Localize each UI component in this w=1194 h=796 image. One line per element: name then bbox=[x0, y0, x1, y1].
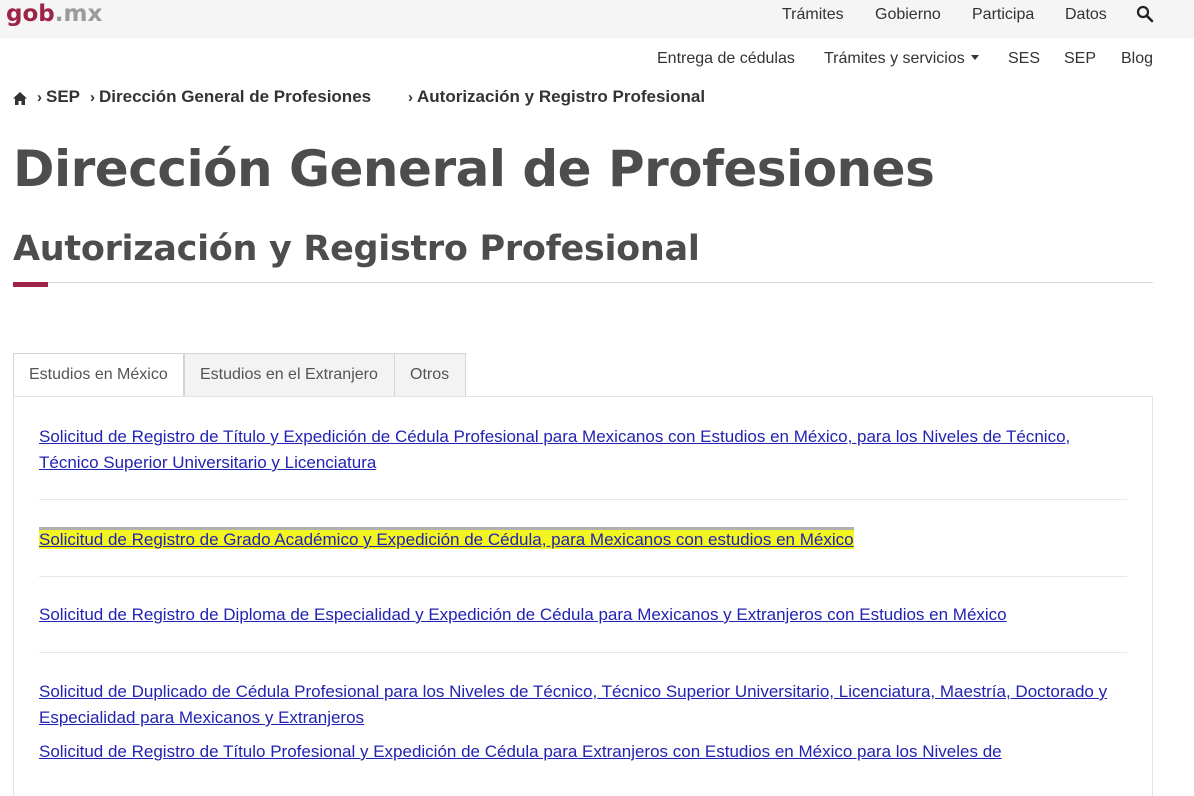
top-nav-participa[interactable]: Participa bbox=[972, 6, 1034, 24]
list-item: Solicitud de Duplicado de Cédula Profesi… bbox=[39, 679, 1127, 731]
list-item: Solicitud de Registro de Grado Académico… bbox=[39, 527, 1127, 553]
link-registro-titulo[interactable]: Solicitud de Registro de Título y Expedi… bbox=[39, 427, 1070, 472]
tab-panel: Solicitud de Registro de Título y Expedi… bbox=[13, 396, 1153, 796]
caret-down-icon bbox=[970, 55, 979, 60]
page-subtitle: Autorización y Registro Profesional bbox=[13, 229, 700, 269]
sub-nav-tramites-label: Trámites y servicios bbox=[824, 50, 965, 67]
chevron-right-icon: › bbox=[408, 89, 413, 106]
breadcrumb-item-dgp[interactable]: › Dirección General de Profesiones bbox=[90, 87, 371, 107]
tab-estudios-extranjero[interactable]: Estudios en el Extranjero bbox=[184, 353, 395, 397]
link-duplicado-cedula[interactable]: Solicitud de Duplicado de Cédula Profesi… bbox=[39, 682, 1107, 727]
sub-nav: Entrega de cédulas Trámites y servicios … bbox=[0, 50, 1194, 74]
breadcrumb-item-current: › Autorización y Registro Profesional bbox=[408, 87, 705, 107]
list-item: Solicitud de Registro de Título y Expedi… bbox=[39, 424, 1127, 476]
link-registro-diploma-especialidad[interactable]: Solicitud de Registro de Diploma de Espe… bbox=[39, 605, 1007, 624]
sub-nav-sep[interactable]: SEP bbox=[1064, 50, 1096, 68]
sub-nav-tramites-servicios[interactable]: Trámites y servicios bbox=[824, 50, 979, 68]
sub-nav-ses[interactable]: SES bbox=[1008, 50, 1040, 68]
top-nav-tramites[interactable]: Trámites bbox=[782, 6, 844, 24]
tab-otros[interactable]: Otros bbox=[394, 353, 466, 397]
title-accent-bar bbox=[13, 282, 48, 287]
sub-nav-blog[interactable]: Blog bbox=[1121, 50, 1153, 68]
breadcrumb-item-sep[interactable]: › SEP bbox=[37, 87, 80, 107]
search-icon[interactable] bbox=[1136, 5, 1154, 23]
top-nav: Trámites Gobierno Participa Datos bbox=[0, 6, 1194, 30]
title-divider bbox=[13, 282, 1153, 283]
list-item: Solicitud de Registro de Título Profesio… bbox=[39, 739, 1127, 765]
link-registro-grado-academico[interactable]: Solicitud de Registro de Grado Académico… bbox=[39, 530, 854, 549]
page-title: Dirección General de Profesiones bbox=[13, 140, 935, 198]
top-nav-datos[interactable]: Datos bbox=[1065, 6, 1107, 24]
tab-estudios-mexico[interactable]: Estudios en México bbox=[13, 353, 184, 397]
list-divider bbox=[39, 499, 1127, 500]
breadcrumb-label: Dirección General de Profesiones bbox=[99, 87, 372, 106]
chevron-right-icon: › bbox=[37, 89, 42, 106]
home-icon[interactable] bbox=[12, 91, 28, 106]
sub-nav-entrega-cedulas[interactable]: Entrega de cédulas bbox=[657, 50, 795, 68]
breadcrumb-label: Autorización y Registro Profesional bbox=[417, 87, 706, 106]
list-divider bbox=[39, 652, 1127, 653]
top-bar: gob.mx Trámites Gobierno Participa Datos bbox=[0, 0, 1194, 38]
list-divider bbox=[39, 576, 1127, 577]
chevron-right-icon: › bbox=[90, 89, 95, 106]
top-nav-gobierno[interactable]: Gobierno bbox=[875, 6, 941, 24]
list-item: Solicitud de Registro de Diploma de Espe… bbox=[39, 602, 1127, 628]
breadcrumb-label: SEP bbox=[46, 87, 81, 106]
